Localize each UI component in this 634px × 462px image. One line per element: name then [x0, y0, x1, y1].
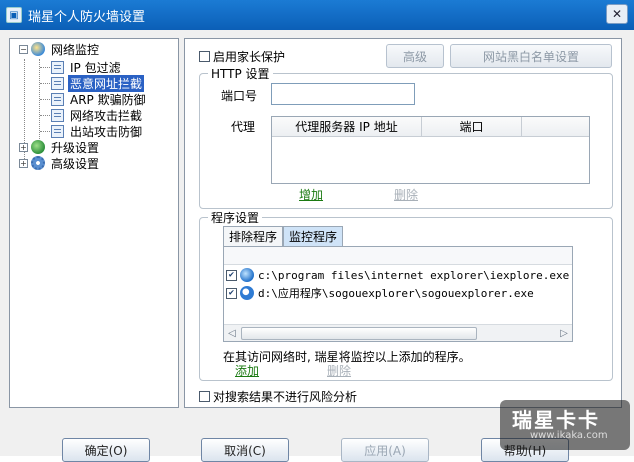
scroll-right-icon[interactable]: ▷ — [556, 326, 572, 341]
settings-tree: − 网络监控 IP 包过滤 恶意网址拦截 ARP 欺骗防御 网络攻击拦截 出站攻… — [9, 38, 179, 408]
close-icon: ✕ — [611, 7, 623, 21]
tree-label: IP 包过滤 — [70, 60, 121, 75]
document-icon — [51, 60, 64, 74]
window-title: 瑞星个人防火墙设置 — [28, 9, 146, 25]
program-checkbox[interactable]: ✔ — [226, 269, 237, 281]
document-icon — [51, 76, 64, 90]
port-input[interactable] — [271, 83, 415, 105]
sogou-icon — [240, 286, 254, 300]
add-proxy-link[interactable]: 增加 — [299, 186, 323, 203]
tree-node-network-monitor[interactable]: − 网络监控 — [19, 41, 101, 57]
scroll-left-icon[interactable]: ◁ — [224, 326, 240, 341]
expand-icon[interactable]: + — [19, 158, 28, 168]
tree-label: 网络攻击拦截 — [70, 108, 143, 123]
no-risk-analysis-option[interactable]: 对搜索结果不进行风险分析 — [199, 388, 357, 405]
document-icon — [51, 124, 64, 138]
horizontal-scrollbar[interactable]: ◁ ▷ — [224, 324, 572, 341]
document-icon — [51, 108, 64, 122]
tree-label: 恶意网址拦截 — [68, 74, 145, 92]
globe-icon — [31, 140, 45, 154]
globe-shield-icon — [31, 42, 45, 56]
list-item[interactable]: ✔ d:\应用程序\sogouexplorer\sogouexplorer.ex… — [226, 284, 534, 302]
tree-node-malicious-url[interactable]: 恶意网址拦截 — [51, 74, 145, 92]
scrollbar-thumb[interactable] — [241, 327, 477, 340]
tree-label: 出站攻击防御 — [70, 124, 143, 139]
tab-excluded-programs[interactable]: 排除程序 — [223, 226, 284, 246]
tree-node-outbound-defense[interactable]: 出站攻击防御 — [51, 123, 144, 139]
proxy-port-column-header[interactable]: 端口 — [422, 117, 522, 136]
program-path: c:\program files\internet explorer\iexpl… — [258, 268, 570, 282]
tree-node-attack-block[interactable]: 网络攻击拦截 — [51, 107, 144, 123]
close-button[interactable]: ✕ — [606, 4, 628, 24]
add-program-link[interactable]: 添加 — [235, 362, 259, 379]
title-bar: ▣ 瑞星个人防火墙设置 ✕ — [0, 0, 634, 30]
proxy-list[interactable]: 代理服务器 IP 地址 端口 — [271, 116, 590, 184]
tree-label: ARP 欺骗防御 — [70, 92, 146, 107]
dialog-client: − 网络监控 IP 包过滤 恶意网址拦截 ARP 欺骗防御 网络攻击拦截 出站攻… — [0, 30, 634, 462]
tree-label: 升级设置 — [51, 140, 100, 155]
collapse-icon[interactable]: − — [19, 44, 28, 54]
advanced-button[interactable]: 高级 — [386, 44, 444, 68]
http-settings-group: HTTP 设置 端口号 代理 代理服务器 IP 地址 端口 增加 删除 — [199, 65, 613, 209]
parental-protection-option[interactable]: 启用家长保护 — [199, 48, 285, 65]
expand-icon[interactable]: + — [19, 142, 28, 152]
port-label: 端口号 — [221, 89, 258, 103]
tab-monitored-programs[interactable]: 监控程序 — [283, 226, 344, 246]
proxy-ip-column-header[interactable]: 代理服务器 IP 地址 — [272, 117, 422, 136]
settings-panel: 启用家长保护 高级 网站黑白名单设置 HTTP 设置 端口号 代理 代理服务器 … — [184, 38, 622, 408]
no-risk-analysis-label: 对搜索结果不进行风险分析 — [213, 390, 358, 404]
blacklist-whitelist-button[interactable]: 网站黑白名单设置 — [450, 44, 612, 68]
watermark-brand: 瑞星卡卡 — [512, 408, 600, 432]
ie-icon — [240, 268, 254, 282]
proxy-list-header: 代理服务器 IP 地址 端口 — [272, 117, 589, 137]
tree-node-update-settings[interactable]: + 升级设置 — [19, 139, 101, 155]
cancel-button[interactable]: 取消(C) — [201, 438, 289, 462]
apply-button[interactable]: 应用(A) — [341, 438, 429, 462]
gear-icon — [31, 156, 45, 170]
proxy-label: 代理 — [231, 120, 256, 134]
list-item[interactable]: ✔ c:\program files\internet explorer\iex… — [226, 266, 569, 284]
program-list-header — [224, 247, 572, 265]
tree-label: 网络监控 — [51, 42, 100, 57]
parental-protection-checkbox[interactable] — [199, 51, 210, 62]
tree-node-arp-defense[interactable]: ARP 欺骗防御 — [51, 91, 148, 107]
program-checkbox[interactable]: ✔ — [226, 287, 237, 299]
tree-node-advanced-settings[interactable]: + 高级设置 — [19, 155, 101, 171]
app-icon: ▣ — [6, 7, 22, 23]
ok-button[interactable]: 确定(O) — [62, 438, 150, 462]
tree-label: 高级设置 — [51, 156, 100, 171]
empty-column-header — [522, 117, 589, 136]
parental-protection-label: 启用家长保护 — [213, 50, 286, 64]
program-settings-group: 程序设置 排除程序 监控程序 ✔ c:\program files\intern… — [199, 209, 613, 381]
tree-node-ip-filter[interactable]: IP 包过滤 — [51, 59, 123, 75]
delete-program-link[interactable]: 删除 — [327, 362, 351, 379]
monitored-program-list[interactable]: ✔ c:\program files\internet explorer\iex… — [223, 246, 573, 342]
document-icon — [51, 92, 64, 106]
watermark-url: www.ikaka.com — [530, 430, 608, 441]
watermark: 瑞星卡卡 www.ikaka.com — [500, 400, 630, 450]
http-settings-title: HTTP 设置 — [208, 65, 273, 82]
no-risk-analysis-checkbox[interactable] — [199, 391, 210, 402]
program-path: d:\应用程序\sogouexplorer\sogouexplorer.exe — [258, 287, 534, 300]
program-settings-title: 程序设置 — [208, 209, 263, 226]
program-tabs: 排除程序 监控程序 — [223, 226, 344, 246]
delete-proxy-link[interactable]: 删除 — [394, 186, 418, 203]
